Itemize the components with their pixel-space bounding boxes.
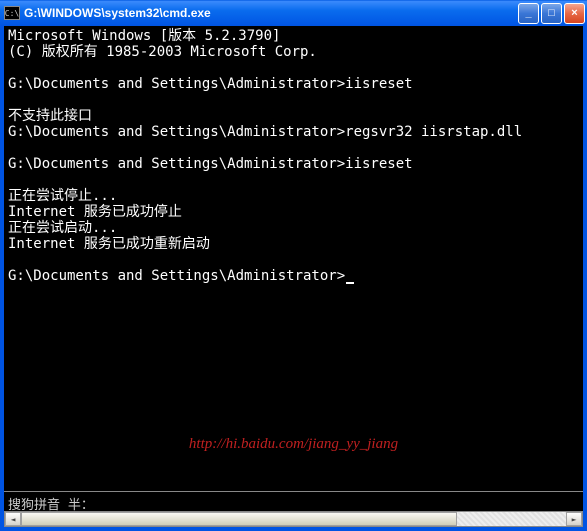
terminal-line: G:\Documents and Settings\Administrator>…	[8, 156, 579, 172]
maximize-button[interactable]: □	[541, 3, 562, 24]
terminal-line: 不支持此接口	[8, 108, 579, 124]
terminal-line: 正在尝试启动...	[8, 220, 579, 236]
scroll-left-button[interactable]: ◄	[5, 512, 21, 526]
terminal-line: Internet 服务已成功停止	[8, 204, 579, 220]
close-button[interactable]: ×	[564, 3, 585, 24]
cursor	[346, 282, 354, 284]
scroll-right-button[interactable]: ►	[566, 512, 582, 526]
watermark-text: http://hi.baidu.com/jiang_yy_jiang	[0, 436, 587, 453]
minimize-button[interactable]: _	[518, 3, 539, 24]
terminal-line: Internet 服务已成功重新启动	[8, 236, 579, 252]
terminal-line	[8, 252, 579, 268]
terminal-line	[8, 60, 579, 76]
cmd-icon: C:\	[4, 6, 20, 20]
scroll-thumb[interactable]	[21, 512, 457, 526]
window-title: G:\WINDOWS\system32\cmd.exe	[24, 6, 518, 20]
terminal-line	[8, 172, 579, 188]
terminal-line	[8, 140, 579, 156]
terminal-line: G:\Documents and Settings\Administrator>…	[8, 124, 579, 140]
terminal-line: Microsoft Windows [版本 5.2.3790]	[8, 28, 579, 44]
title-bar: C:\ G:\WINDOWS\system32\cmd.exe _ □ ×	[0, 0, 587, 26]
window-controls: _ □ ×	[518, 3, 585, 24]
ime-status-bar: 搜狗拼音 半：	[4, 491, 583, 511]
terminal-line: 正在尝试停止...	[8, 188, 579, 204]
terminal-output[interactable]: Microsoft Windows [版本 5.2.3790](C) 版权所有 …	[4, 26, 583, 489]
scroll-track[interactable]	[21, 512, 566, 526]
horizontal-scrollbar[interactable]: ◄ ►	[4, 511, 583, 527]
terminal-line	[8, 92, 579, 108]
terminal-line: G:\Documents and Settings\Administrator>	[8, 268, 579, 284]
terminal-line: (C) 版权所有 1985-2003 Microsoft Corp.	[8, 44, 579, 60]
terminal-line: G:\Documents and Settings\Administrator>…	[8, 76, 579, 92]
